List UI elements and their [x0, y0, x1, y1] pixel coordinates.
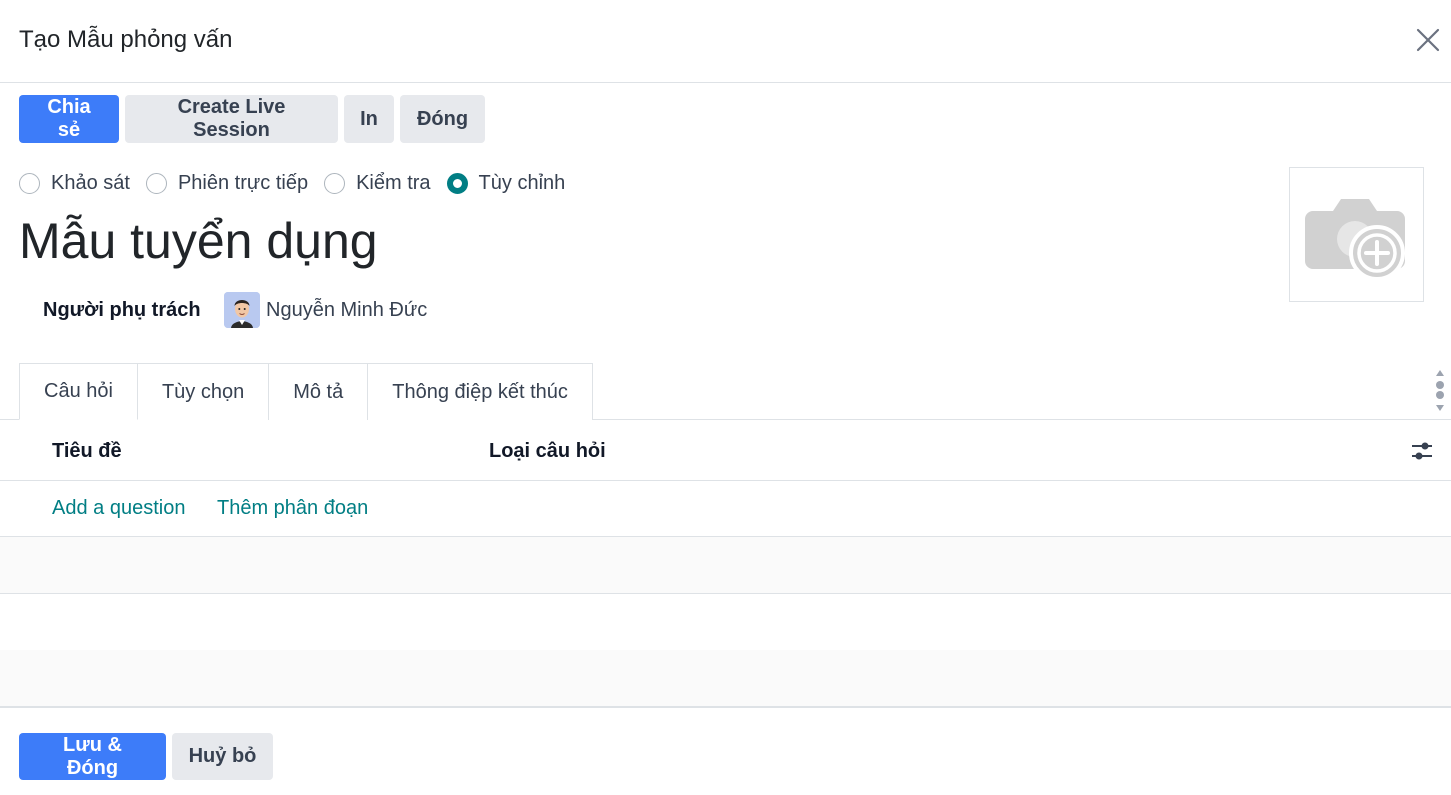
table-row	[0, 537, 1451, 594]
tab-description[interactable]: Mô tả	[268, 363, 369, 420]
scroll-handle-icon	[1436, 370, 1444, 411]
optional-columns-toggle[interactable]	[1410, 440, 1434, 462]
notebook-tabs: Câu hỏi Tùy chọn Mô tả Thông điệp kết th…	[19, 363, 593, 420]
radio-label: Tùy chỉnh	[478, 172, 566, 194]
sliders-icon	[1412, 442, 1432, 460]
owner-name[interactable]: Nguyễn Minh Đức	[266, 299, 427, 322]
column-header-title[interactable]: Tiêu đề	[52, 440, 122, 463]
tab-questions[interactable]: Câu hỏi	[19, 363, 138, 420]
survey-title-input[interactable]: Mẫu tuyển dụng	[19, 212, 378, 270]
radio-label: Kiểm tra	[356, 172, 431, 194]
add-line-row: Add a question Thêm phân đoạn	[0, 481, 1451, 537]
avatar	[224, 292, 260, 328]
table-row	[0, 650, 1451, 707]
scroll-handle[interactable]	[1432, 368, 1448, 416]
close-icon	[1416, 28, 1440, 52]
radio-circle[interactable]	[19, 173, 40, 194]
close-survey-button[interactable]: Đóng	[400, 95, 485, 143]
add-question-link[interactable]: Add a question	[52, 497, 185, 520]
create-live-session-button[interactable]: Create Live Session	[125, 95, 338, 143]
owner-field: Người phụ trách Nguyễn Minh Đức	[43, 292, 427, 328]
action-toolbar: Chia sẻ Create Live Session In Đóng	[19, 95, 485, 143]
close-button[interactable]	[1412, 24, 1444, 56]
dialog-header: Tạo Mẫu phỏng vấn	[0, 0, 1451, 83]
camera-plus-icon	[1304, 198, 1405, 281]
owner-label: Người phụ trách	[43, 298, 201, 321]
user-avatar-icon	[224, 292, 260, 328]
dialog-title: Tạo Mẫu phỏng vấn	[19, 26, 233, 53]
column-header-question-type[interactable]: Loại câu hỏi	[489, 440, 606, 463]
share-button[interactable]: Chia sẻ	[19, 95, 119, 143]
table-row	[0, 594, 1451, 651]
radio-circle[interactable]	[324, 173, 346, 194]
cancel-button[interactable]: Huỷ bỏ	[172, 733, 273, 780]
radio-option-survey[interactable]: Khảo sát	[19, 172, 130, 195]
table-header: Tiêu đề Loại câu hỏi	[0, 420, 1451, 481]
radio-circle-checked[interactable]	[446, 173, 468, 194]
radio-option-custom[interactable]: Tùy chỉnh	[446, 172, 566, 195]
dialog-footer: Lưu & Đóng Huỷ bỏ	[0, 707, 1451, 795]
print-button[interactable]: In	[344, 95, 394, 143]
tab-end-message[interactable]: Thông điệp kết thúc	[367, 363, 593, 420]
tab-options[interactable]: Tùy chọn	[136, 363, 270, 420]
add-section-link[interactable]: Thêm phân đoạn	[217, 497, 368, 520]
radio-circle[interactable]	[145, 173, 167, 194]
radio-label: Phiên trực tiếp	[177, 172, 309, 194]
survey-type-selector: Khảo sát Phiên trực tiếp Kiểm tra Tùy ch…	[19, 172, 581, 195]
radio-label: Khảo sát	[51, 172, 130, 194]
radio-option-live-session[interactable]: Phiên trực tiếp	[145, 172, 309, 195]
image-upload[interactable]	[1289, 167, 1424, 302]
radio-option-assessment[interactable]: Kiểm tra	[324, 172, 431, 195]
save-close-button[interactable]: Lưu & Đóng	[19, 733, 166, 780]
